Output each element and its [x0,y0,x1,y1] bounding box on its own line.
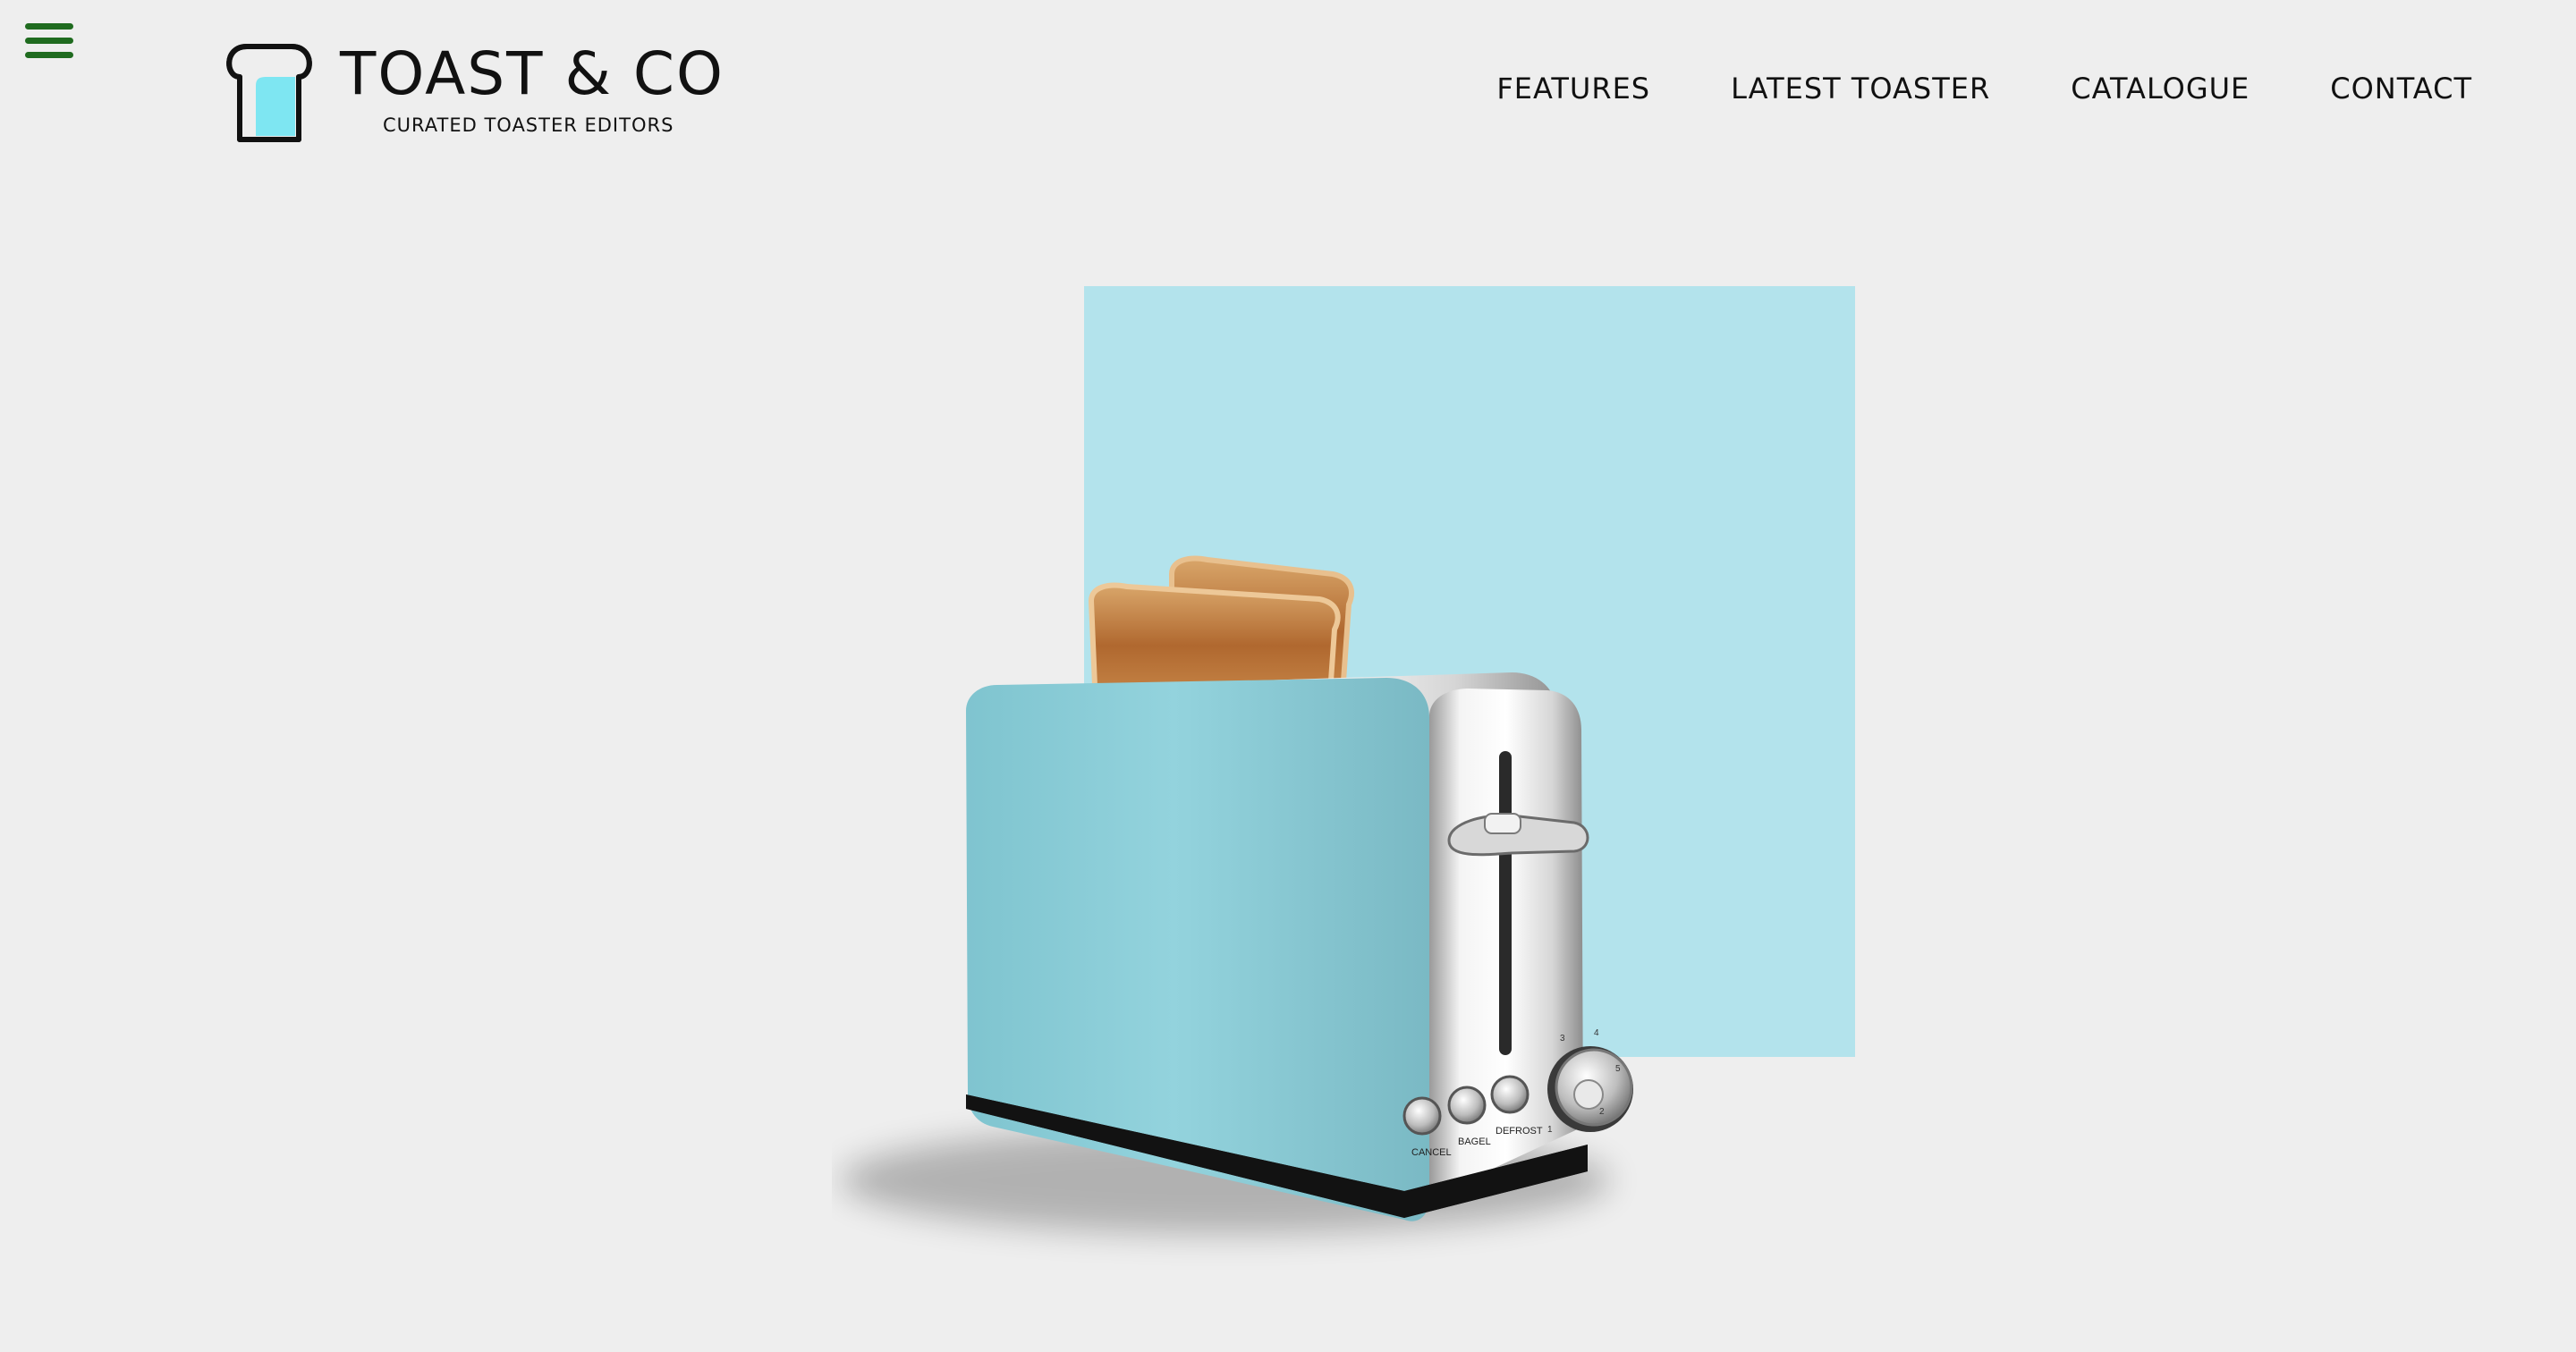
dial-number: 4 [1594,1028,1599,1038]
toaster-label-defrost: DEFROST [1496,1126,1543,1137]
logo-title: TOAST & CO [340,39,724,108]
nav-link-catalogue[interactable]: CATALOGUE [2071,72,2250,106]
dial-number: 2 [1599,1107,1605,1117]
page: TOAST & CO CURATED TOASTER EDITORS FEATU… [0,0,2576,1352]
dial-number: 1 [1547,1125,1553,1135]
hamburger-menu-icon[interactable] [25,21,73,61]
nav-link-contact[interactable]: CONTACT [2330,72,2472,106]
toaster-label-cancel: CANCEL [1411,1147,1452,1158]
dial-number: 5 [1615,1064,1621,1074]
logo-tagline: CURATED TOASTER EDITORS [383,114,674,136]
hamburger-line [25,38,73,44]
toaster-label-bagel: BAGEL [1458,1137,1491,1147]
hamburger-line [25,52,73,58]
nav-link-latest-toaster[interactable]: LATEST TOASTER [1731,72,1990,106]
nav-link-features[interactable]: FEATURES [1496,72,1650,106]
toast-slice-icon [226,44,312,142]
dial-number: 3 [1560,1034,1565,1044]
logo[interactable]: TOAST & CO CURATED TOASTER EDITORS [220,41,723,145]
main-nav: FEATURES LATEST TOASTER CATALOGUE CONTAC… [1496,72,2472,106]
two-slice-toaster-image: CANCEL BAGEL DEFROST 1 2 3 4 5 [841,555,1633,1234]
hamburger-line [25,23,73,30]
